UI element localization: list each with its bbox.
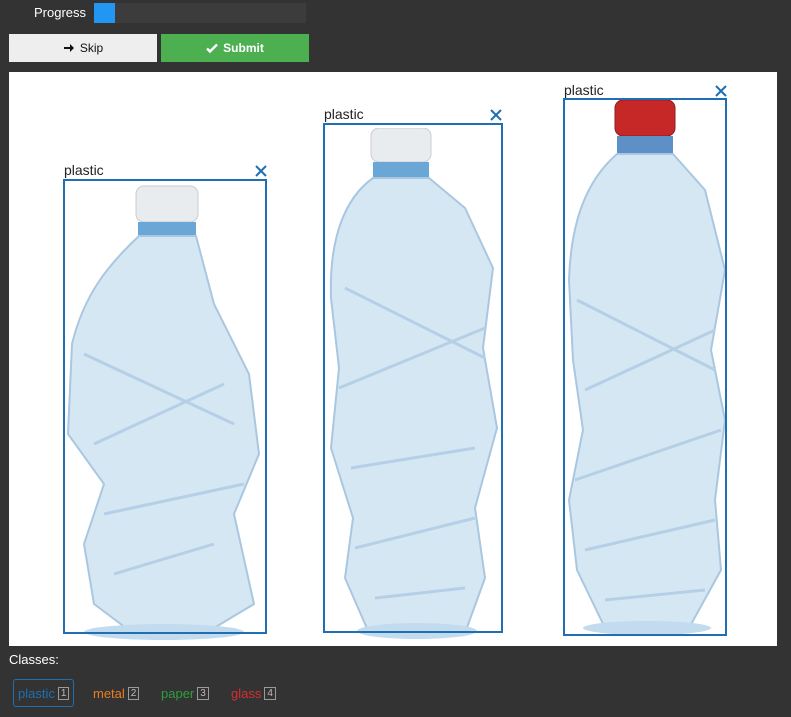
- shortcut-key: 4: [264, 686, 276, 700]
- progress-bar: [94, 3, 306, 23]
- arrow-right-icon: [63, 44, 74, 52]
- skip-button[interactable]: Skip: [9, 34, 157, 62]
- class-option-paper[interactable]: paper 3: [157, 679, 213, 707]
- classes-title: Classes:: [9, 652, 59, 667]
- close-icon[interactable]: [489, 108, 503, 122]
- class-option-plastic[interactable]: plastic 1: [13, 679, 75, 707]
- skip-button-label: Skip: [79, 41, 104, 55]
- bounding-box-3[interactable]: [563, 98, 727, 636]
- class-option-label: plastic: [18, 685, 55, 701]
- bounding-box-2[interactable]: [323, 123, 503, 633]
- close-icon[interactable]: [254, 164, 268, 178]
- class-option-glass[interactable]: glass 4: [227, 679, 280, 707]
- bounding-box-2-label: plastic: [324, 106, 364, 122]
- progress-label: Progress: [34, 5, 87, 20]
- class-option-label: paper: [161, 685, 195, 701]
- class-option-label: glass: [231, 685, 262, 701]
- annotation-canvas[interactable]: plastic plastic plastic: [9, 72, 777, 646]
- shortcut-key: 1: [57, 686, 70, 700]
- submit-button[interactable]: Submit: [161, 34, 309, 62]
- bounding-box-1[interactable]: [63, 179, 267, 634]
- class-option-metal[interactable]: metal 2: [89, 679, 143, 707]
- submit-button-label: Submit: [223, 41, 264, 55]
- shortcut-key: 3: [197, 686, 209, 700]
- progress-fill: [94, 3, 116, 23]
- bounding-box-3-label: plastic: [564, 82, 604, 98]
- bounding-box-1-label: plastic: [64, 162, 104, 178]
- check-icon: [206, 43, 219, 54]
- shortcut-key: 2: [127, 686, 140, 700]
- class-option-label: metal: [93, 685, 125, 701]
- close-icon[interactable]: [714, 84, 728, 98]
